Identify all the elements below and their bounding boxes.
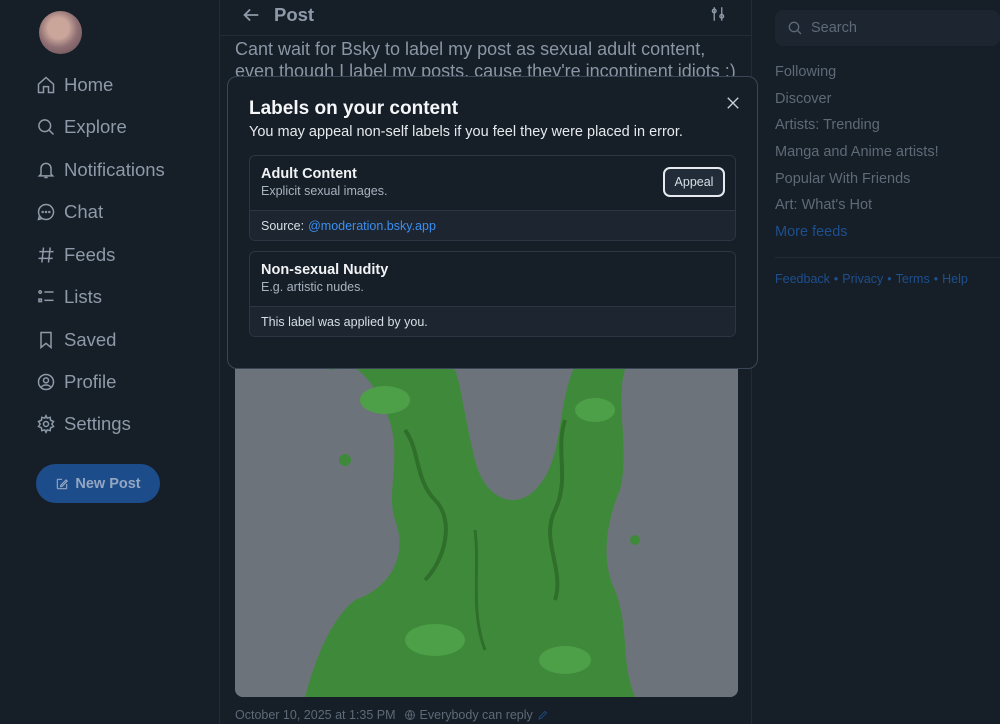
label-description: Explicit sexual images.	[261, 184, 388, 198]
source-link[interactable]: @moderation.bsky.app	[308, 219, 436, 233]
dialog-title: Labels on your content	[249, 98, 459, 119]
source-prefix: Source:	[261, 218, 305, 233]
appeal-button[interactable]: Appeal	[663, 167, 725, 197]
source-text: This label was applied by you.	[261, 314, 428, 329]
label-name: Non-sexual Nudity	[261, 262, 389, 278]
label-card-header: Non-sexual Nudity E.g. artistic nudes.	[250, 252, 735, 306]
label-source: Source: @moderation.bsky.app	[250, 210, 735, 240]
close-icon[interactable]	[724, 94, 742, 112]
label-source: This label was applied by you.	[250, 306, 735, 336]
label-card-header: Adult Content Explicit sexual images. Ap…	[250, 156, 735, 210]
dialog-subtitle: You may appeal non-self labels if you fe…	[249, 124, 683, 140]
label-card-adult-content: Adult Content Explicit sexual images. Ap…	[249, 155, 736, 241]
label-name: Adult Content	[261, 166, 357, 182]
labels-dialog: Labels on your content You may appeal no…	[227, 76, 758, 369]
label-description: E.g. artistic nudes.	[261, 280, 364, 294]
label-card-non-sexual-nudity: Non-sexual Nudity E.g. artistic nudes. T…	[249, 251, 736, 337]
